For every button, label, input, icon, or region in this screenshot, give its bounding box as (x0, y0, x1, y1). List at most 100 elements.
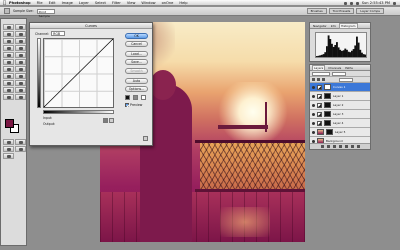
add-mask-icon[interactable] (332, 145, 336, 148)
menu-photoshop[interactable]: Photoshop (9, 1, 31, 5)
black-point-eyedropper-icon[interactable] (125, 95, 130, 100)
blend-mode-select[interactable] (312, 71, 330, 76)
options-button[interactable]: Options... (125, 86, 148, 92)
ok-button[interactable]: OK (125, 33, 148, 39)
visibility-eye-icon[interactable] (312, 103, 315, 107)
wifi-icon[interactable] (349, 1, 353, 5)
crop-tool-icon[interactable] (3, 38, 14, 44)
zoom-tool-icon[interactable] (15, 94, 26, 100)
menu-layer[interactable]: Layer (79, 1, 89, 5)
lock-all-icon[interactable] (322, 78, 325, 81)
layer-row[interactable]: Layer 3 (310, 110, 370, 119)
eyedropper-tool-icon[interactable] (15, 87, 26, 93)
cancel-button[interactable]: Cancel (125, 41, 148, 47)
lasso-tool-icon[interactable] (3, 31, 14, 37)
white-point-eyedropper-icon[interactable] (141, 95, 146, 100)
adjustment-layer-icon[interactable] (317, 120, 322, 126)
pencil-tool-icon[interactable] (109, 118, 114, 123)
volume-icon[interactable] (355, 1, 359, 5)
adjustment-layer-icon[interactable] (317, 102, 322, 108)
menu-file[interactable]: File (37, 1, 43, 5)
layer-mask-thumbnail[interactable] (324, 111, 331, 117)
tab-brushes[interactable]: Brushes (306, 8, 327, 14)
menu-image[interactable]: Image (62, 1, 73, 5)
lock-pixels-icon[interactable] (317, 78, 320, 81)
layer-row[interactable]: Layer 1 (310, 92, 370, 101)
tab-layers[interactable]: Layers (312, 64, 326, 71)
visibility-eye-icon[interactable] (312, 94, 315, 98)
foreground-color-swatch[interactable] (5, 119, 14, 128)
channel-select[interactable]: RGB (51, 31, 66, 36)
curve-point-tool-icon[interactable] (103, 118, 108, 123)
shape-tool-icon[interactable] (15, 80, 26, 86)
clone-stamp-tool-icon[interactable] (3, 52, 14, 58)
tab-info[interactable]: Info (330, 24, 337, 28)
opacity-field[interactable] (332, 71, 346, 76)
tab-navigator[interactable]: Navigator (312, 24, 328, 28)
expand-view-icon[interactable] (143, 136, 148, 141)
tab-layer-comps[interactable]: Layer Comps (356, 8, 384, 14)
smooth-button[interactable]: Smooth (125, 68, 148, 74)
layer-mask-thumbnail[interactable] (326, 129, 333, 135)
screen-mode-standard-icon[interactable] (3, 146, 14, 152)
menu-edit[interactable]: Edit (49, 1, 56, 5)
brush-tool-icon[interactable] (15, 45, 26, 51)
save-button[interactable]: Save... (125, 59, 148, 65)
menu-clock[interactable]: Sun 2:55:43 PM (362, 1, 390, 5)
link-layers-icon[interactable] (320, 145, 324, 148)
new-group-icon[interactable] (338, 145, 342, 148)
tab-histogram[interactable]: Histogram (338, 22, 358, 29)
curve-line[interactable] (44, 39, 113, 107)
layer-mask-thumbnail[interactable] (324, 84, 331, 90)
fill-field[interactable] (339, 77, 353, 82)
layer-mask-thumbnail[interactable] (324, 102, 331, 108)
layer-thumbnail[interactable] (317, 129, 324, 135)
screen-mode-full-icon[interactable] (15, 146, 26, 152)
curves-graph[interactable] (43, 38, 114, 108)
pen-tool-icon[interactable] (3, 80, 14, 86)
visibility-eye-icon[interactable] (312, 85, 315, 89)
lock-transparency-icon[interactable] (312, 78, 315, 81)
menu-select[interactable]: Select (95, 1, 106, 5)
visibility-eye-icon[interactable] (312, 130, 315, 134)
tab-paths[interactable]: Paths (344, 66, 354, 70)
preview-checkbox[interactable] (125, 103, 129, 107)
curves-dialog-title[interactable]: Curves (30, 23, 152, 29)
menu-window[interactable]: Window (141, 1, 155, 5)
gray-point-eyedropper-icon[interactable] (133, 95, 138, 100)
eyedropper-tool-icon[interactable] (4, 8, 10, 14)
bluetooth-icon[interactable] (343, 1, 347, 5)
layer-row[interactable]: Layer 4 (310, 119, 370, 128)
new-adjustment-layer-icon[interactable] (344, 145, 348, 148)
move-tool-icon[interactable] (15, 24, 26, 30)
layer-row[interactable]: Layer 2 (310, 101, 370, 110)
magic-wand-tool-icon[interactable] (15, 31, 26, 37)
marquee-tool-icon[interactable] (3, 24, 14, 30)
sample-size-select[interactable]: Point Sample (36, 8, 55, 18)
path-selection-tool-icon[interactable] (3, 73, 14, 79)
new-layer-icon[interactable] (350, 145, 354, 148)
auto-button[interactable]: Auto (125, 78, 148, 84)
visibility-eye-icon[interactable] (312, 112, 315, 116)
layer-row[interactable]: Curves 1 (310, 83, 370, 92)
menu-onone[interactable]: onOne (162, 1, 174, 5)
healing-brush-tool-icon[interactable] (3, 45, 14, 51)
quick-mask-mode-icon[interactable] (15, 139, 26, 145)
tab-tool-presets[interactable]: Tool Presets (328, 8, 355, 14)
dodge-tool-icon[interactable] (15, 66, 26, 72)
eraser-tool-icon[interactable] (3, 59, 14, 65)
adjustment-layer-icon[interactable] (317, 93, 322, 99)
visibility-eye-icon[interactable] (312, 121, 315, 125)
curve-point-0[interactable] (44, 106, 45, 107)
menu-filter[interactable]: Filter (112, 1, 121, 5)
adjustment-layer-icon[interactable] (317, 111, 322, 117)
menu-view[interactable]: View (127, 1, 136, 5)
jump-to-imageready-icon[interactable] (3, 153, 14, 159)
layer-row[interactable]: Layer 5 (310, 128, 370, 137)
layer-mask-thumbnail[interactable] (324, 120, 331, 126)
load-button[interactable]: Load... (125, 51, 148, 57)
notes-tool-icon[interactable] (3, 87, 14, 93)
gradient-tool-icon[interactable] (15, 59, 26, 65)
spotlight-icon[interactable] (393, 1, 396, 5)
menu-help[interactable]: Help (179, 1, 187, 5)
